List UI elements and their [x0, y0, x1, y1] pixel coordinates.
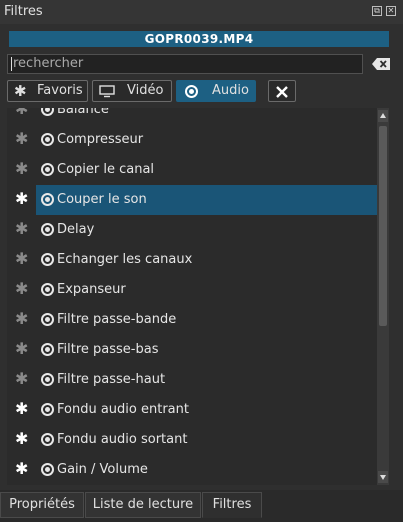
filter-label: Delay: [57, 222, 95, 237]
x-icon: [276, 86, 288, 98]
search-placeholder: rechercher: [13, 56, 84, 71]
scroll-up-arrow-icon[interactable]: [378, 110, 388, 122]
tab-audio-label: Audio: [212, 83, 249, 98]
tab-favoris-label: Favoris: [37, 83, 83, 98]
filter-list[interactable]: ✱ Balance ✱ Compresseur ✱ Copier le canal ✱ Cou…: [7, 108, 377, 485]
audio-filter-icon: [41, 133, 54, 146]
float-icon[interactable]: ⧉: [372, 6, 382, 16]
favorite-star-icon[interactable]: ✱: [15, 159, 28, 178]
favorite-star-icon[interactable]: ✱: [15, 309, 28, 328]
bottom-tab-bar: Propriétés Liste de lecture Filtres: [0, 490, 403, 522]
panel-titlebar: Filtres ⧉ ✕: [0, 0, 403, 24]
tab-video-label: Vidéo: [127, 83, 164, 98]
favorite-star-icon[interactable]: ✱: [15, 459, 28, 478]
filter-label: Couper le son: [57, 192, 147, 207]
audio-filter-icon: [41, 193, 54, 206]
favorite-star-icon[interactable]: ✱: [15, 339, 28, 358]
favorite-star-icon[interactable]: ✱: [15, 129, 28, 148]
filter-label: Filtre passe-haut: [57, 372, 166, 387]
tab-properties[interactable]: Propriétés: [0, 492, 84, 518]
filter-label: Filtre passe-bas: [57, 342, 159, 357]
list-item[interactable]: ✱ Balance: [7, 108, 377, 125]
filter-label: Compresseur: [57, 132, 144, 147]
favorite-star-icon[interactable]: ✱: [15, 279, 28, 298]
list-item[interactable]: ✱ Fondu audio sortant: [7, 425, 377, 455]
audio-filter-icon: [41, 253, 54, 266]
close-filter-tab-button[interactable]: [268, 80, 296, 102]
filter-list-scrollbar[interactable]: [377, 108, 389, 485]
favorite-star-icon[interactable]: ✱: [15, 429, 28, 448]
list-item[interactable]: ✱ Filtre passe-bas: [7, 335, 377, 365]
favorite-star-icon[interactable]: ✱: [15, 189, 28, 208]
favorite-star-icon[interactable]: ✱: [15, 369, 28, 388]
filter-label: Expanseur: [57, 282, 126, 297]
audio-filter-icon: [41, 373, 54, 386]
list-item[interactable]: ✱ Copier le canal: [7, 155, 377, 185]
list-item[interactable]: ✱ Filtre passe-bande: [7, 305, 377, 335]
favorite-star-icon[interactable]: ✱: [15, 249, 28, 268]
tab-favoris[interactable]: ✱ Favoris: [7, 80, 88, 102]
scroll-thumb[interactable]: [379, 126, 387, 326]
favorite-star-icon[interactable]: ✱: [15, 108, 28, 118]
close-icon[interactable]: ✕: [386, 6, 396, 16]
audio-icon: [185, 85, 198, 98]
tab-playlist[interactable]: Liste de lecture: [85, 492, 201, 518]
tab-video[interactable]: Vidéo: [92, 80, 172, 102]
list-item[interactable]: ✱ Expanseur: [7, 275, 377, 305]
clip-name: GOPR0039.MP4: [9, 31, 389, 47]
filter-label: Balance: [57, 108, 109, 117]
filter-label: Fondu audio entrant: [57, 402, 189, 417]
text-caret: [11, 56, 12, 71]
star-icon: ✱: [14, 82, 27, 100]
tab-filters[interactable]: Filtres: [202, 492, 262, 518]
filter-label: Echanger les canaux: [57, 252, 193, 267]
panel-title: Filtres: [4, 4, 43, 19]
list-item[interactable]: ✱ Gain / Volume: [7, 455, 377, 485]
scroll-down-arrow-icon[interactable]: [378, 471, 388, 483]
audio-filter-icon: [41, 223, 54, 236]
audio-filter-icon: [41, 108, 54, 116]
list-item[interactable]: ✱ Delay: [7, 215, 377, 245]
list-item[interactable]: ✱ Echanger les canaux: [7, 245, 377, 275]
list-item[interactable]: ✱ Couper le son: [7, 185, 377, 215]
monitor-icon: [99, 85, 115, 98]
audio-filter-icon: [41, 433, 54, 446]
tab-audio[interactable]: Audio: [176, 80, 256, 102]
favorite-star-icon[interactable]: ✱: [15, 219, 28, 238]
list-item[interactable]: ✱ Filtre passe-haut: [7, 365, 377, 395]
search-input[interactable]: rechercher: [7, 54, 363, 74]
audio-filter-icon: [41, 403, 54, 416]
favorite-star-icon[interactable]: ✱: [15, 399, 28, 418]
filter-label: Filtre passe-bande: [57, 312, 177, 327]
audio-filter-icon: [41, 163, 54, 176]
filter-label: Copier le canal: [57, 162, 155, 177]
audio-filter-icon: [41, 343, 54, 356]
audio-filter-icon: [41, 463, 54, 476]
audio-filter-icon: [41, 283, 54, 296]
list-item[interactable]: ✱ Fondu audio entrant: [7, 395, 377, 425]
clear-search-icon[interactable]: [371, 57, 391, 71]
filter-label: Gain / Volume: [57, 462, 148, 477]
audio-filter-icon: [41, 313, 54, 326]
list-item[interactable]: ✱ Compresseur: [7, 125, 377, 155]
filter-label: Fondu audio sortant: [57, 432, 188, 447]
